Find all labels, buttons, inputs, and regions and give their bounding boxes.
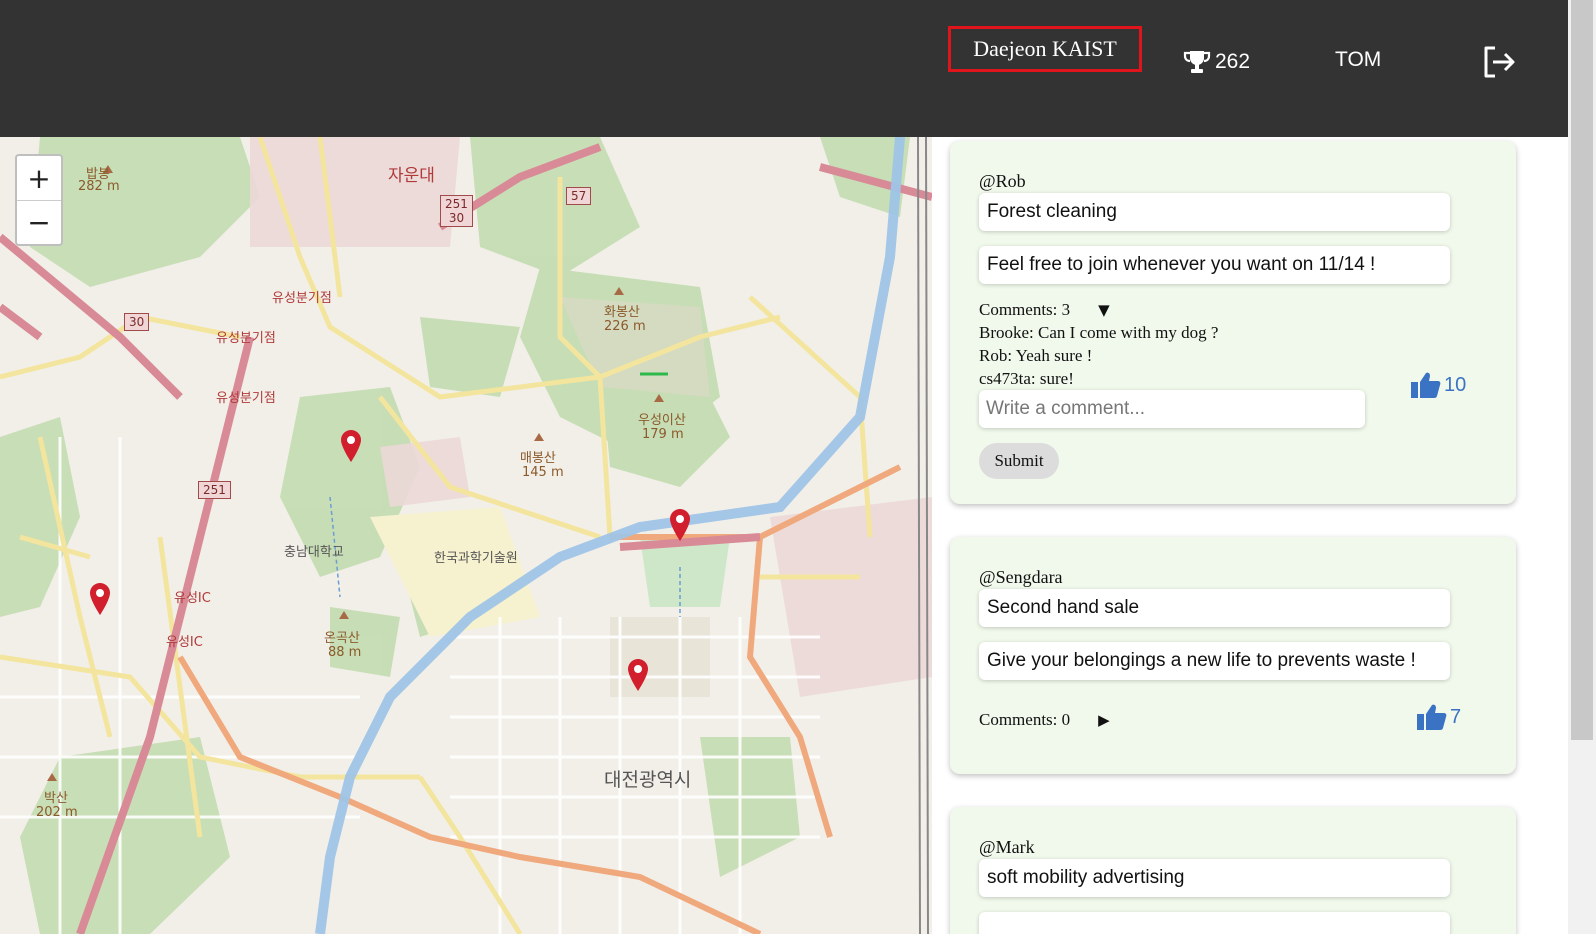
score-display: 262 [1183,46,1250,78]
logout-icon[interactable] [1481,45,1517,79]
map-label: 88 m [328,645,362,660]
like-button[interactable]: 10 [1410,371,1466,399]
comments-header: Comments: 3 ▼ [979,300,1110,320]
map-label: 145 m [522,465,564,480]
map-label: 자운대 [388,166,435,186]
post-card: @Rob Forest cleaning Feel free to join w… [950,141,1516,504]
map-label: 온곡산 [324,631,360,646]
map-label: 우성이산 [638,413,686,428]
thumbs-up-icon [1417,704,1447,730]
comments-count: Comments: 3 [979,300,1071,319]
comments-count: Comments: 0 [979,710,1071,729]
location-marker[interactable] [90,583,110,615]
zoom-out-button[interactable]: − [17,200,61,244]
map-label: 매봉산 [520,451,556,466]
map-label: 유성분기점 [216,391,276,406]
comment-item: Rob: Yeah sure ! [979,346,1093,365]
map-label: 179 m [642,427,684,442]
post-author[interactable]: @Mark [979,837,1035,858]
post-feed[interactable]: @Rob Forest cleaning Feel free to join w… [932,137,1568,934]
road-shield: 251 [198,481,231,499]
post-card: @Mark soft mobility advertising [950,807,1516,934]
map-label: 화봉산 [604,305,640,320]
like-button[interactable]: 7 [1416,703,1461,731]
map-label: 유성IC [166,635,203,650]
post-description [979,912,1450,934]
map-label: 대전광역시 [604,769,692,791]
post-title: Forest cleaning [979,193,1450,231]
zoom-control: + − [15,154,63,246]
top-bar: Daejeon KAIST 262 TOM [0,0,1568,137]
post-author[interactable]: @Sengdara [979,567,1063,588]
comment-item: cs473ta: sure! [979,369,1074,388]
post-author[interactable]: @Rob [979,171,1026,192]
location-marker[interactable] [341,430,361,462]
map-label: 박산 [44,791,68,806]
road-shield: 57 [566,187,592,205]
map-label: 282 m [78,179,120,194]
post-title: Second hand sale [979,589,1450,627]
submit-comment-button[interactable]: Submit [979,443,1059,479]
comments-header: Comments: 0 ▶ [979,710,1110,730]
thumbs-up-icon [1411,372,1441,398]
trophy-icon [1183,51,1211,73]
map-tiles [0,137,932,934]
score-value: 262 [1215,50,1251,73]
map-label: 226 m [604,319,646,334]
username[interactable]: TOM [1335,48,1381,72]
map-label: 유성분기점 [272,291,332,306]
map-label: 충남대학교 [284,545,344,560]
expand-comments-icon[interactable]: ▶ [1098,711,1110,729]
map-label: 유성IC [174,591,211,606]
post-description: Feel free to join whenever you want on 1… [979,246,1450,284]
map-label: 한국과학기술원 [434,551,518,566]
scrollbar-thumb[interactable] [1571,0,1593,740]
map-label: 202 m [36,805,78,820]
map-label: 유성분기점 [216,331,276,346]
post-card: @Sengdara Second hand sale Give your bel… [950,537,1516,774]
like-count: 10 [1444,373,1467,396]
comment-input[interactable] [979,390,1365,428]
location-label[interactable]: Daejeon KAIST [948,26,1142,72]
post-title: soft mobility advertising [979,859,1450,897]
map-view[interactable]: + − 자운대 밥봉 282 m 화봉산 226 m 우성이산 179 m 매봉… [0,137,932,934]
road-shield: 30 [124,313,150,331]
location-marker[interactable] [628,659,648,691]
zoom-in-button[interactable]: + [17,156,61,200]
road-shield: 251 30 [440,195,473,227]
comment-item: Brooke: Can I come with my dog ? [979,323,1219,342]
post-description: Give your belongings a new life to preve… [979,642,1450,680]
location-marker[interactable] [670,509,690,541]
like-count: 7 [1450,705,1462,728]
collapse-comments-icon[interactable]: ▼ [1098,301,1110,319]
